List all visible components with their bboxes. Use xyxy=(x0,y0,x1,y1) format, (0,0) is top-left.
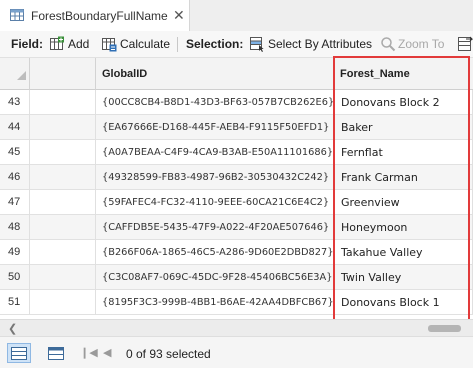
table-row[interactable]: 46 {49328599-FB83-4987-96B2-30530432C242}… xyxy=(0,165,473,190)
switch-selection-icon[interactable] xyxy=(457,36,473,52)
header-blank[interactable] xyxy=(30,58,96,90)
table-row[interactable]: 43 {00CC8CB4-B8D1-43D3-BF63-057B7CB262E6}… xyxy=(0,90,473,115)
attribute-table: GlobalID Forest_Name 43 {00CC8CB4-B8D1-43… xyxy=(0,58,473,319)
first-record-icon[interactable]: ❙◀ xyxy=(80,346,98,359)
globalid-cell[interactable]: {59FAFEC4-FC32-4110-9EEE-60CA21C6E4C2} xyxy=(96,190,334,215)
globalid-cell[interactable]: {8195F3C3-999B-4BB1-B6AE-42AA4DBFCB67} xyxy=(96,290,334,315)
row-blank-cell[interactable] xyxy=(30,215,96,240)
forest-name-cell[interactable]: Donovans Block 2 xyxy=(334,90,473,115)
select-by-attributes-icon xyxy=(250,37,264,52)
field-label: Field: xyxy=(11,37,43,51)
forest-name-cell[interactable]: Greenview xyxy=(334,190,473,215)
row-number[interactable]: 50 xyxy=(0,265,30,290)
select-by-attributes-button[interactable]: Select By Attributes xyxy=(268,37,372,51)
table-header: GlobalID Forest_Name xyxy=(0,58,473,90)
select-all-triangle-icon xyxy=(17,71,26,80)
globalid-cell[interactable]: {B266F06A-1865-46C5-A286-9D60E2DBD827} xyxy=(96,240,334,265)
zoom-to-button[interactable]: Zoom To xyxy=(398,37,444,51)
row-blank-cell[interactable] xyxy=(30,140,96,165)
row-number[interactable]: 51 xyxy=(0,290,30,315)
table-row[interactable]: 48 {CAFFDB5E-5435-47F9-A022-4F20AE507646}… xyxy=(0,215,473,240)
table-row[interactable]: 47 {59FAFEC4-FC32-4110-9EEE-60CA21C6E4C2}… xyxy=(0,190,473,215)
header-forest-name[interactable]: Forest_Name xyxy=(334,58,473,90)
previous-record-icon[interactable]: ◀ xyxy=(103,346,111,359)
table-row[interactable]: 45 {A0A7BEAA-C4F9-4CA9-B3AB-E50A11101686}… xyxy=(0,140,473,165)
row-number[interactable]: 48 xyxy=(0,215,30,240)
selection-count: 0 of 93 selected xyxy=(126,347,211,361)
table-row[interactable]: 49 {B266F06A-1865-46C5-A286-9D60E2DBD827}… xyxy=(0,240,473,265)
calculate-icon xyxy=(102,38,117,52)
status-bar: ❙◀ ◀ 0 of 93 selected xyxy=(0,336,473,368)
forest-name-cell[interactable]: Twin Valley xyxy=(334,265,473,290)
table-view-button[interactable] xyxy=(7,343,31,363)
row-blank-cell[interactable] xyxy=(30,190,96,215)
row-number[interactable]: 47 xyxy=(0,190,30,215)
row-number[interactable]: 49 xyxy=(0,240,30,265)
forest-name-cell[interactable]: Donovans Block 1 xyxy=(334,290,473,315)
row-number[interactable]: 44 xyxy=(0,115,30,140)
forest-name-cell[interactable]: Honeymoon xyxy=(334,215,473,240)
selection-label: Selection: xyxy=(186,37,244,51)
add-field-icon xyxy=(50,36,64,50)
globalid-cell[interactable]: {00CC8CB4-B8D1-43D3-BF63-057B7CB262E6} xyxy=(96,90,334,115)
row-blank-cell[interactable] xyxy=(30,165,96,190)
zoom-to-icon xyxy=(381,37,396,52)
header-select-all[interactable] xyxy=(0,58,30,90)
row-blank-cell[interactable] xyxy=(30,290,96,315)
row-blank-cell[interactable] xyxy=(30,90,96,115)
forest-name-cell[interactable]: Fernflat xyxy=(334,140,473,165)
horizontal-scrollbar[interactable]: ❮ xyxy=(0,319,473,336)
globalid-cell[interactable]: {EA67666E-D168-445F-AEB4-F9115F50EFD1} xyxy=(96,115,334,140)
forest-name-cell[interactable]: Takahue Valley xyxy=(334,240,473,265)
row-number[interactable]: 46 xyxy=(0,165,30,190)
table-view-icon xyxy=(11,346,27,360)
scroll-left-icon[interactable]: ❮ xyxy=(8,322,17,335)
close-icon[interactable]: ✕ xyxy=(173,7,185,23)
table-row[interactable]: 51 {8195F3C3-999B-4BB1-B6AE-42AA4DBFCB67}… xyxy=(0,290,473,315)
row-blank-cell[interactable] xyxy=(30,240,96,265)
globalid-cell[interactable]: {CAFFDB5E-5435-47F9-A022-4F20AE507646} xyxy=(96,215,334,240)
row-blank-cell[interactable] xyxy=(30,265,96,290)
row-number[interactable]: 45 xyxy=(0,140,30,165)
table-row[interactable]: 50 {C3C08AF7-069C-45DC-9F28-45406BC56E3A}… xyxy=(0,265,473,290)
tab-title: ForestBoundaryFullName xyxy=(31,9,168,23)
globalid-cell[interactable]: {49328599-FB83-4987-96B2-30530432C242} xyxy=(96,165,334,190)
tab-strip: ForestBoundaryFullName ✕ xyxy=(0,0,473,31)
calculate-button[interactable]: Calculate xyxy=(120,37,170,51)
row-blank-cell[interactable] xyxy=(30,115,96,140)
grid-view-button[interactable] xyxy=(44,343,68,363)
table-icon xyxy=(10,9,24,21)
globalid-cell[interactable]: {A0A7BEAA-C4F9-4CA9-B3AB-E50A11101686} xyxy=(96,140,334,165)
table-row[interactable]: 44 {EA67666E-D168-445F-AEB4-F9115F50EFD1}… xyxy=(0,115,473,140)
forest-name-cell[interactable]: Baker xyxy=(334,115,473,140)
globalid-cell[interactable]: {C3C08AF7-069C-45DC-9F28-45406BC56E3A} xyxy=(96,265,334,290)
scrollbar-thumb[interactable] xyxy=(428,325,461,332)
grid-view-icon xyxy=(48,346,64,360)
header-globalid[interactable]: GlobalID xyxy=(96,58,334,90)
add-field-button[interactable]: Add xyxy=(68,37,89,51)
tab-forest-boundary[interactable]: ForestBoundaryFullName ✕ xyxy=(0,0,190,31)
forest-name-cell[interactable]: Frank Carman xyxy=(334,165,473,190)
toolbar-divider xyxy=(177,37,178,52)
table-toolbar: Field: Add Calculate Selection: Select B… xyxy=(0,31,473,58)
row-number[interactable]: 43 xyxy=(0,90,30,115)
